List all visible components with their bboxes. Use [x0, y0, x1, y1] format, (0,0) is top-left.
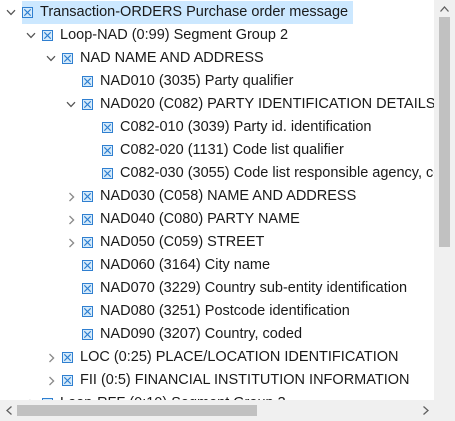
tree-node-label: Loop-NAD (0:99) Segment Group 2	[60, 27, 289, 43]
tree-node-label: NAD010 (3035) Party qualifier	[100, 73, 294, 89]
tree-node-label: NAD090 (3207) Country, coded	[100, 326, 303, 342]
segment-node-icon	[22, 7, 33, 18]
segment-node-icon	[82, 283, 93, 294]
segment-node-icon	[102, 145, 113, 156]
tree-node-label: C082-010 (3039) Party id. identification	[120, 119, 372, 135]
tree-row[interactable]: Loop-NAD (0:99) Segment Group 2	[0, 24, 434, 47]
tree-node-label: FII (0:5) FINANCIAL INSTITUTION INFORMAT…	[80, 372, 410, 388]
chevron-right-icon[interactable]	[43, 346, 59, 369]
chevron-right-icon[interactable]	[63, 185, 79, 208]
tree-row[interactable]: NAD080 (3251) Postcode identification	[0, 300, 434, 323]
tree-node-label: NAD030 (C058) NAME AND ADDRESS	[100, 188, 357, 204]
tree-content: Transaction-ORDERS Purchase order messag…	[0, 0, 434, 400]
tree-row[interactable]: C082-010 (3039) Party id. identification	[0, 116, 434, 139]
tree-node-label: C082-030 (3055) Code list responsible ag…	[120, 165, 434, 181]
tree-node-label: NAD NAME AND ADDRESS	[80, 50, 264, 66]
tree-row[interactable]: NAD010 (3035) Party qualifier	[0, 70, 434, 93]
tree-row[interactable]: NAD060 (3164) City name	[0, 254, 434, 277]
segment-node-icon	[82, 306, 93, 317]
tree-row[interactable]: NAD050 (C059) STREET	[0, 231, 434, 254]
chevron-right-icon[interactable]	[23, 392, 39, 400]
segment-node-icon	[62, 352, 73, 363]
chevron-right-icon[interactable]	[63, 208, 79, 231]
tree-row[interactable]: NAD040 (C080) PARTY NAME	[0, 208, 434, 231]
tree-view[interactable]: Transaction-ORDERS Purchase order messag…	[0, 0, 455, 421]
chevron-right-icon[interactable]	[43, 369, 59, 392]
segment-node-icon	[82, 260, 93, 271]
tree-node-label: NAD020 (C082) PARTY IDENTIFICATION DETAI…	[100, 96, 434, 112]
segment-node-icon	[42, 30, 53, 41]
tree-node-label: NAD070 (3229) Country sub-entity identif…	[100, 280, 408, 296]
segment-node-icon	[82, 237, 93, 248]
tree-node-label: NAD040 (C080) PARTY NAME	[100, 211, 300, 227]
chevron-right-icon[interactable]	[63, 231, 79, 254]
horizontal-scrollbar-thumb[interactable]	[17, 405, 257, 416]
tree-node-label: Transaction-ORDERS Purchase order messag…	[40, 4, 349, 20]
segment-node-icon	[82, 191, 93, 202]
tree-node-label: C082-020 (1131) Code list qualifier	[120, 142, 344, 158]
horizontal-scrollbar[interactable]	[0, 400, 434, 421]
tree-row[interactable]: NAD030 (C058) NAME AND ADDRESS	[0, 185, 434, 208]
tree-node-label: Loop-RFF (0:10) Segment Group 3	[60, 392, 286, 400]
tree-row[interactable]: C082-020 (1131) Code list qualifier	[0, 139, 434, 162]
chevron-down-icon[interactable]	[63, 93, 79, 116]
segment-node-icon	[82, 329, 93, 340]
tree-row[interactable]: NAD020 (C082) PARTY IDENTIFICATION DETAI…	[0, 93, 434, 116]
scroll-left-arrow-icon[interactable]	[0, 400, 17, 421]
tree-row[interactable]: FII (0:5) FINANCIAL INSTITUTION INFORMAT…	[0, 369, 434, 392]
segment-node-icon	[62, 375, 73, 386]
tree-row[interactable]: Loop-RFF (0:10) Segment Group 3	[0, 392, 434, 400]
tree-row[interactable]: NAD090 (3207) Country, coded	[0, 323, 434, 346]
tree-row[interactable]: C082-030 (3055) Code list responsible ag…	[0, 162, 434, 185]
segment-node-icon	[102, 168, 113, 179]
scroll-up-arrow-icon[interactable]	[434, 0, 455, 17]
scrollbar-corner	[434, 400, 455, 421]
vertical-scrollbar-thumb[interactable]	[439, 17, 450, 247]
chevron-down-icon[interactable]	[43, 47, 59, 70]
chevron-down-icon[interactable]	[23, 24, 39, 47]
tree-node-label: NAD060 (3164) City name	[100, 257, 271, 273]
segment-node-icon	[102, 122, 113, 133]
tree-row[interactable]: LOC (0:25) PLACE/LOCATION IDENTIFICATION	[0, 346, 434, 369]
segment-node-icon	[82, 76, 93, 87]
tree-node-label: LOC (0:25) PLACE/LOCATION IDENTIFICATION	[80, 349, 399, 365]
segment-node-icon	[82, 99, 93, 110]
tree-row[interactable]: Transaction-ORDERS Purchase order messag…	[0, 1, 434, 24]
tree-node-label: NAD050 (C059) STREET	[100, 234, 265, 250]
chevron-down-icon[interactable]	[3, 1, 19, 24]
tree-row[interactable]: NAD070 (3229) Country sub-entity identif…	[0, 277, 434, 300]
scroll-right-arrow-icon[interactable]	[417, 400, 434, 421]
segment-node-icon	[82, 214, 93, 225]
tree-node-label: NAD080 (3251) Postcode identification	[100, 303, 350, 319]
tree-row[interactable]: NAD NAME AND ADDRESS	[0, 47, 434, 70]
segment-node-icon	[62, 53, 73, 64]
vertical-scrollbar[interactable]	[434, 0, 455, 400]
